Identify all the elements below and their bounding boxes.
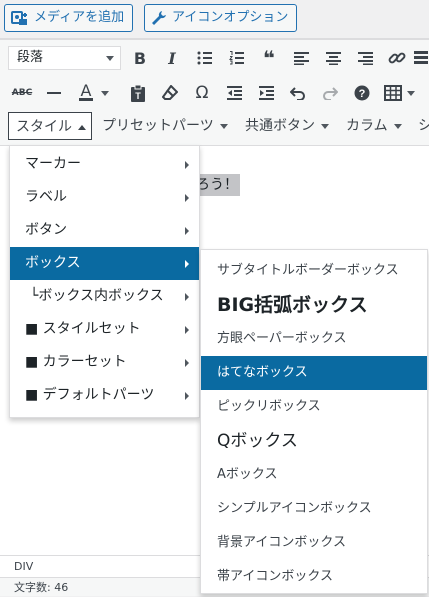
add-media-button[interactable]: メディアを追加 xyxy=(4,4,134,32)
submenu-item-a-box[interactable]: Aボックス xyxy=(201,458,427,492)
strikethrough-icon[interactable]: ABC xyxy=(10,81,34,105)
chevron-right-icon xyxy=(185,359,189,367)
bold-icon[interactable]: B xyxy=(128,46,152,70)
chevron-right-icon xyxy=(185,392,189,400)
column-button[interactable]: カラム xyxy=(346,112,402,140)
svg-text:?: ? xyxy=(359,88,366,100)
menu-item-label-style[interactable]: ラベル xyxy=(10,181,199,214)
svg-text:T: T xyxy=(135,91,141,101)
special-character-icon[interactable]: Ω xyxy=(190,81,214,105)
column-label: カラム xyxy=(346,118,388,134)
table-icon[interactable] xyxy=(381,81,405,105)
chevron-right-icon xyxy=(185,293,189,301)
format-select-value: 段落 xyxy=(17,50,44,65)
common-buttons-button[interactable]: 共通ボタン xyxy=(245,112,329,140)
clear-formatting-icon[interactable] xyxy=(158,81,182,105)
submenu-item-question-box[interactable]: はてなボックス xyxy=(201,356,427,390)
chevron-down-icon xyxy=(219,123,228,129)
menu-item-style-set[interactable]: ■ スタイルセット xyxy=(10,313,199,346)
chevron-down-icon xyxy=(106,56,114,61)
chevron-right-icon xyxy=(185,161,189,169)
preset-parts-button[interactable]: プリセットパーツ xyxy=(102,112,228,140)
wrench-icon xyxy=(151,10,167,26)
submenu-item-subtitle-border-box[interactable]: サブタイトルボーダーボックス xyxy=(201,254,427,288)
preset-parts-label: プリセットパーツ xyxy=(102,118,214,134)
menu-item-box-in-box[interactable]: └ボックス内ボックス xyxy=(10,280,199,313)
common-buttons-label: 共通ボタン xyxy=(245,118,315,134)
align-center-icon[interactable] xyxy=(321,46,345,70)
menu-item-box[interactable]: ボックス xyxy=(10,247,199,280)
style-menu-label: スタイル xyxy=(16,119,72,135)
text-color-icon[interactable]: A xyxy=(74,80,98,104)
align-left-icon[interactable] xyxy=(289,46,313,70)
italic-icon[interactable]: I xyxy=(160,46,184,70)
format-select[interactable]: 段落 xyxy=(8,46,121,70)
bullet-list-icon[interactable] xyxy=(193,46,217,70)
redo-icon[interactable] xyxy=(318,81,342,105)
chevron-down-icon[interactable] xyxy=(404,81,418,105)
add-media-icon xyxy=(11,10,29,26)
submenu-item-background-icon-box[interactable]: 背景アイコンボックス xyxy=(201,526,427,560)
style-dropdown-menu: マーカー ラベル ボタン ボックス └ボックス内ボックス ■ スタイルセット ■… xyxy=(9,145,200,418)
align-right-icon[interactable] xyxy=(353,46,377,70)
menu-item-label: ラベル xyxy=(25,189,67,205)
toolbar-toggle-icon[interactable] xyxy=(413,46,429,70)
menu-item-color-set[interactable]: ■ カラーセット xyxy=(10,346,199,379)
menu-item-button[interactable]: ボタン xyxy=(10,214,199,247)
submenu-item-grid-paper-box[interactable]: 方眼ペーパーボックス xyxy=(201,322,427,356)
submenu-item-surprise-box[interactable]: ピックリボックス xyxy=(201,390,427,424)
add-media-label: メディアを追加 xyxy=(34,10,125,25)
more-button[interactable]: シ xyxy=(418,112,429,140)
menu-item-default-parts[interactable]: ■ デフォルトパーツ xyxy=(10,379,199,412)
submenu-item-simple-icon-box[interactable]: シンプルアイコンボックス xyxy=(201,492,427,526)
menu-item-marker[interactable]: マーカー xyxy=(10,148,199,181)
chevron-up-icon xyxy=(78,124,86,130)
icon-options-label: アイコンオプション xyxy=(172,10,289,25)
menu-item-label: マーカー xyxy=(25,156,81,172)
chevron-right-icon xyxy=(185,194,189,202)
editor-text-fragment: ろう！ xyxy=(196,174,240,196)
submenu-item-big-bracket-box[interactable]: BIG括弧ボックス xyxy=(201,288,427,322)
indent-icon[interactable] xyxy=(254,81,278,105)
submenu-item-band-icon-box[interactable]: 帯アイコンボックス xyxy=(201,560,427,594)
menu-item-label: ボックス xyxy=(25,255,81,271)
icon-options-button[interactable]: アイコンオプション xyxy=(144,4,298,32)
chevron-right-icon xyxy=(185,326,189,334)
outdent-icon[interactable] xyxy=(222,81,246,105)
chevron-down-icon[interactable] xyxy=(98,81,112,105)
style-menu-button[interactable]: スタイル xyxy=(8,112,92,140)
undo-icon[interactable] xyxy=(286,81,310,105)
link-icon[interactable] xyxy=(385,46,409,70)
help-icon[interactable]: ? xyxy=(350,81,374,105)
numbered-list-icon[interactable] xyxy=(225,46,249,70)
submenu-item-q-box[interactable]: Qボックス xyxy=(201,424,427,458)
blockquote-icon[interactable]: ❝ xyxy=(257,46,281,70)
chevron-right-icon xyxy=(185,260,189,268)
media-buttons-bar: メディアを追加 アイコンオプション xyxy=(0,0,429,38)
menu-item-label: ボタン xyxy=(25,222,67,238)
box-submenu: サブタイトルボーダーボックス BIG括弧ボックス 方眼ペーパーボックス はてなボ… xyxy=(200,249,428,594)
chevron-down-icon xyxy=(321,123,329,129)
menu-item-label: └ボックス内ボックス xyxy=(30,288,164,304)
menu-item-label: ■ デフォルトパーツ xyxy=(25,387,155,403)
menu-item-label: ■ カラーセット xyxy=(25,354,127,370)
chevron-down-icon xyxy=(393,123,402,129)
horizontal-line-icon[interactable] xyxy=(42,81,66,105)
menu-item-label: ■ スタイルセット xyxy=(25,321,141,337)
more-label: シ xyxy=(418,118,429,134)
chevron-right-icon xyxy=(185,227,189,235)
paste-as-text-icon[interactable]: T xyxy=(126,81,150,105)
